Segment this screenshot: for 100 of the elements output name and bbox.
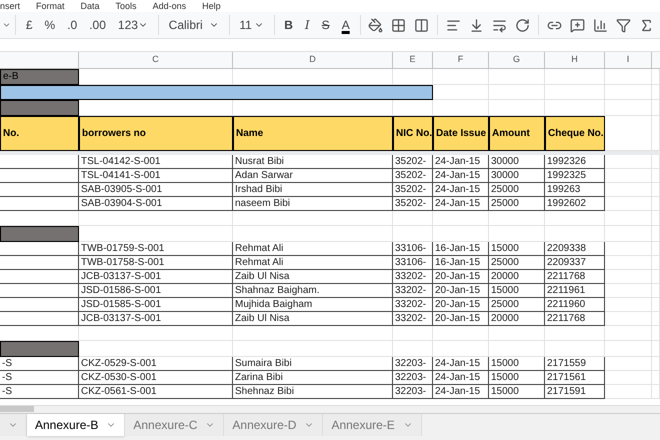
table-cell: TWB-01759-S-001 <box>79 242 233 256</box>
bold-button[interactable]: B <box>278 13 299 37</box>
empty-cell <box>393 211 433 226</box>
column-header[interactable]: D <box>233 52 393 68</box>
table-cell: Zarina Bibi <box>233 371 393 385</box>
empty-cell <box>489 69 545 85</box>
column-heading: No. <box>0 116 79 151</box>
table-cell: 25000 <box>489 197 545 211</box>
table-cell: 24-Jan-15 <box>433 385 489 399</box>
table-cell: 2211768 <box>545 312 605 326</box>
empty-cell <box>605 385 652 399</box>
table-cell: 25000 <box>489 256 545 270</box>
sheet-tab[interactable]: Annexure-C <box>125 414 224 436</box>
table-cell: Zaib Ul Nisa <box>233 270 393 284</box>
text-color-button[interactable]: A <box>336 13 356 37</box>
currency-button[interactable]: £ <box>20 13 39 37</box>
table-cell: 33106- <box>393 242 433 256</box>
table-cell: 33106- <box>393 256 433 270</box>
table-cell: 24-Jan-15 <box>433 357 489 371</box>
column-header[interactable]: F <box>433 52 489 68</box>
table-cell: 24-Jan-15 <box>433 183 489 197</box>
table-cell: 20-Jan-15 <box>433 284 489 298</box>
menu-item[interactable]: Tools <box>116 0 137 12</box>
table-cell: 20-Jan-15 <box>433 312 489 326</box>
table-cell: JSD-01585-S-001 <box>79 298 233 312</box>
table-cell: 30000 <box>489 155 545 169</box>
table-cell: 33202- <box>393 284 433 298</box>
menu-item[interactable]: Add-ons <box>152 0 186 12</box>
font-dropdown[interactable]: Calibri <box>162 13 225 37</box>
empty-cell <box>545 226 605 242</box>
column-header[interactable]: H <box>545 52 605 68</box>
table-cell: 16-Jan-15 <box>433 256 489 270</box>
empty-cell <box>605 371 652 385</box>
empty-cell <box>545 85 605 100</box>
strikethrough-button[interactable]: S <box>316 13 336 37</box>
table-cell: 2211768 <box>545 270 605 284</box>
table-cell: Zaib Ul Nisa <box>233 312 393 326</box>
table-cell: TWB-01758-S-001 <box>79 256 233 270</box>
column-heading: Cheque No. <box>545 116 605 151</box>
table-cell: TSL-04142-S-001 <box>79 155 233 169</box>
empty-cell <box>605 197 652 211</box>
empty-cell <box>489 85 545 100</box>
empty-cell <box>605 312 652 326</box>
column-header[interactable]: E <box>393 52 433 68</box>
column-heading: Name <box>233 116 393 151</box>
empty-cell <box>605 341 652 357</box>
table-cell: Rehmat Ali <box>233 242 393 256</box>
table-cell: 2209338 <box>545 242 605 256</box>
table-cell: 16-Jan-15 <box>433 242 489 256</box>
percent-button[interactable]: % <box>38 13 62 37</box>
sheet-tab[interactable]: Annexure-E <box>323 414 422 436</box>
table-cell: CKZ-0561-S-001 <box>79 385 233 399</box>
empty-cell <box>605 211 652 226</box>
empty-cell <box>489 341 545 357</box>
decrease-decimals-button[interactable]: .0 <box>61 13 84 37</box>
table-cell: 2171559 <box>545 357 605 371</box>
table-cell: SAB-03905-S-001 <box>79 183 233 197</box>
column-header[interactable]: C <box>79 52 233 68</box>
column-header[interactable]: G <box>489 52 545 68</box>
table-cell: 1992326 <box>545 155 605 169</box>
empty-cell <box>393 226 433 242</box>
empty-cell <box>545 341 605 357</box>
empty-cell <box>433 211 489 226</box>
empty-cell <box>605 270 652 284</box>
table-cell: Shehnaz Bibi <box>233 385 393 399</box>
table-cell: 32203- <box>393 357 433 371</box>
sheet-tab[interactable]: Annexure-B <box>27 414 126 436</box>
table-cell: CKZ-0529-S-001 <box>79 357 233 371</box>
italic-button[interactable]: I <box>298 13 316 37</box>
table-cell: 15000 <box>489 242 545 256</box>
empty-cell <box>605 85 652 100</box>
table-cell: 15000 <box>489 357 545 371</box>
table-cell: 35202- <box>393 155 433 169</box>
sheet-tab[interactable]: Annexure-D <box>224 414 324 436</box>
empty-cell <box>433 326 489 341</box>
increase-decimals-button[interactable]: .00 <box>83 13 112 37</box>
table-cell: 2211961 <box>545 284 605 298</box>
empty-cell <box>605 169 652 183</box>
menu-item[interactable]: nsert <box>0 0 20 12</box>
number-format-button[interactable]: 123 <box>112 13 154 37</box>
menu-item[interactable]: Format <box>36 0 65 12</box>
table-cell: Shahnaz Baigham. <box>233 284 393 298</box>
table-cell: -S <box>0 385 79 399</box>
table-cell: 2171561 <box>545 371 605 385</box>
empty-cell <box>605 284 652 298</box>
font-size-dropdown[interactable]: 11 <box>233 13 270 37</box>
column-heading: Amount <box>489 116 545 151</box>
column-header[interactable]: I <box>605 52 652 68</box>
menu-item[interactable]: Data <box>80 0 100 12</box>
table-cell: 33202- <box>393 312 433 326</box>
scrollbar-thumb[interactable] <box>0 406 34 412</box>
menu-item[interactable]: Help <box>202 0 221 12</box>
table-cell: 33202- <box>393 298 433 312</box>
table-cell: 20000 <box>489 270 545 284</box>
table-cell: 32203- <box>393 385 433 399</box>
empty-cell <box>489 326 545 341</box>
empty-cell <box>545 211 605 226</box>
table-cell: 35202- <box>393 197 433 211</box>
table-cell: JSD-01586-S-001 <box>79 284 233 298</box>
table-cell: -S <box>0 357 79 371</box>
